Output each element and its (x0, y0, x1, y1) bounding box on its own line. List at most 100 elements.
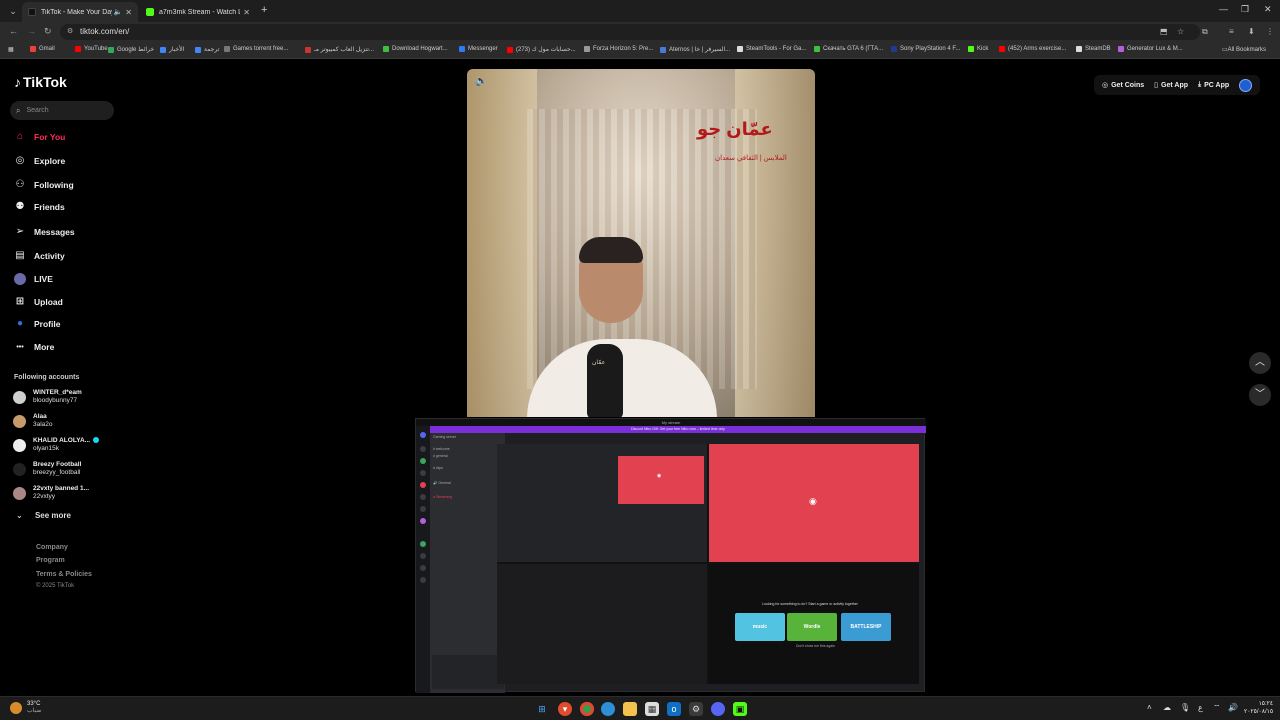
profile-avatar[interactable] (1239, 78, 1253, 92)
server-icon[interactable] (420, 518, 426, 524)
chrome-icon[interactable] (580, 702, 594, 716)
bookmark-item[interactable]: SteamDB (1076, 46, 1111, 52)
nav-item-activity[interactable]: ▤ Activity (14, 250, 64, 261)
minimize-icon[interactable]: — (1219, 4, 1228, 14)
channel-label[interactable]: # general (433, 454, 448, 458)
extensions-icon[interactable]: ⧉ (1202, 27, 1208, 37)
bookmark-item[interactable]: Generator Lux & M... (1118, 46, 1183, 52)
server-icon[interactable] (420, 541, 426, 547)
footer-company[interactable]: Company (36, 544, 68, 551)
server-icon[interactable] (420, 470, 426, 476)
nav-item-upload[interactable]: ⊞ Upload (14, 296, 63, 307)
volume-icon[interactable]: 🔈 (475, 76, 487, 87)
nav-item-live[interactable]: LIVE (14, 273, 53, 285)
tab-search-icon[interactable]: ⌄ (6, 4, 20, 18)
following-account[interactable]: Breezy Football breezyy_football (13, 461, 81, 477)
following-account[interactable]: KHALID ALOLYA... olyan15k (13, 437, 100, 453)
reload-icon[interactable]: ↻ (44, 26, 52, 37)
dont-show-again-link[interactable]: Don't show me this again (796, 644, 835, 648)
tiktok-logo[interactable]: ♪ TikTok (14, 74, 67, 90)
back-icon[interactable]: ← (9, 26, 18, 36)
edge-icon[interactable] (601, 702, 615, 716)
bookmark-item[interactable]: الأخبار (160, 46, 184, 53)
wifi-icon[interactable]: ⌔ (1213, 703, 1221, 713)
omnibox[interactable] (60, 24, 1200, 40)
taskbar-clock[interactable]: ١٥:٢٤ ٢٠٢٥/٠٨/١٥ (1244, 700, 1273, 716)
nav-item-friends[interactable]: ⚉ Friends (14, 201, 65, 212)
all-bookmarks[interactable]: ▭ All Bookmarks (1222, 46, 1266, 54)
server-icon[interactable] (420, 577, 426, 583)
bookmark-star-icon[interactable]: ☆ (1177, 27, 1184, 36)
close-tab-icon[interactable]: ✕ (243, 8, 250, 17)
language-indicator[interactable]: ع (1198, 703, 1203, 712)
footer-program[interactable]: Program (36, 557, 65, 564)
apps-grid-icon[interactable]: ▦ (8, 46, 14, 53)
tab-kick-stream[interactable]: a7m3mk Stream - Watch Live o ✕ (140, 2, 256, 22)
channel-label[interactable]: Gaming server (433, 435, 456, 439)
bookmark-item[interactable]: Скачать GTA 6 (ГТА... (814, 46, 883, 52)
forward-icon[interactable]: → (27, 26, 36, 36)
channel-label[interactable]: ● Streaming (433, 495, 452, 499)
following-account[interactable]: Alaa 3ala2o (13, 413, 53, 429)
start-icon[interactable]: ⊞ (535, 702, 549, 716)
tab-tiktok[interactable]: TikTok - Make Your Day 🔈 ✕ (22, 2, 138, 22)
media-controls-icon[interactable]: ≡ (1229, 27, 1234, 36)
activity-card[interactable]: BATTLESHIP (841, 613, 891, 641)
channel-label[interactable]: 🔊 General (433, 481, 451, 485)
server-icon[interactable] (420, 432, 426, 438)
nav-item-profile[interactable]: ● Profile (14, 318, 60, 329)
store-icon[interactable]: ▦ (645, 702, 659, 716)
get-coins-button[interactable]: ◎ Get Coins (1102, 81, 1144, 90)
nav-item-explore[interactable]: ◎ Explore (14, 155, 66, 166)
video-player[interactable]: عمّان جو الملابس | الثقافي سعدان عمّان 🔈 (467, 69, 815, 417)
bookmark-item[interactable]: (452) Arms exercise... (999, 46, 1066, 52)
bookmark-item[interactable]: YouTube (75, 46, 108, 52)
following-account[interactable]: 22vxty banned 1... 22vxtyy (13, 485, 89, 501)
channel-label[interactable]: # welcome (433, 447, 450, 451)
activity-card[interactable]: Wordle (787, 613, 837, 641)
discord-taskbar-icon[interactable] (711, 702, 725, 716)
search-box[interactable]: ⌕ Search (10, 101, 114, 120)
bookmark-item[interactable]: ترجمة (195, 46, 219, 53)
server-icon[interactable] (420, 565, 426, 571)
bookmark-item[interactable]: Kick (968, 46, 988, 52)
file-explorer-icon[interactable] (623, 702, 637, 716)
download-icon[interactable]: ⬇ (1248, 27, 1255, 36)
weather-widget[interactable]: 33°C ضباب (10, 701, 41, 715)
empty-stream-tile[interactable] (497, 564, 707, 684)
microphone-icon[interactable]: 🎙 (1180, 703, 1190, 712)
channel-label[interactable]: # clips (433, 466, 443, 470)
menu-dots-icon[interactable]: ⋮ (1266, 27, 1274, 36)
server-icon[interactable] (420, 482, 426, 488)
see-more-button[interactable]: ⌄ See more (16, 511, 71, 520)
bookmark-item[interactable]: Sony PlayStation 4 F... (891, 46, 960, 52)
new-tab-icon[interactable]: + (261, 4, 267, 16)
next-video-button[interactable]: ﹀ (1249, 384, 1271, 406)
close-window-icon[interactable]: ✕ (1264, 4, 1272, 15)
nav-item-messages[interactable]: ➢ Messages (14, 226, 75, 237)
bookmark-item[interactable]: Messenger (459, 46, 498, 52)
onedrive-icon[interactable]: ☁ (1163, 703, 1171, 712)
bookmark-item[interactable]: Gmail (30, 46, 55, 52)
speaker-icon[interactable]: 🔈 (114, 8, 123, 16)
bookmark-item[interactable]: (273) حسابات مول ك... (507, 46, 576, 53)
bookmark-item[interactable]: Games torrent free... (224, 46, 288, 52)
bookmark-item[interactable]: Download Hogwart... (383, 46, 448, 52)
kick-app-icon[interactable]: ▣ (733, 702, 747, 716)
search-input[interactable]: Search (26, 107, 48, 114)
footer-terms[interactable]: Terms & Policies (36, 571, 92, 578)
activity-card[interactable]: music (735, 613, 785, 641)
nav-item-for-you[interactable]: ⌂ For You (14, 131, 65, 142)
bookmark-item[interactable]: SteamTools - For Ga... (737, 46, 806, 52)
bookmark-item[interactable]: Google خرائط (108, 46, 154, 53)
server-icon[interactable] (420, 458, 426, 464)
url-text[interactable]: tiktok.com/en/ (80, 27, 129, 36)
server-icon[interactable] (420, 506, 426, 512)
server-icon[interactable] (420, 446, 426, 452)
site-info-icon[interactable]: ⚙ (67, 27, 73, 35)
bookmark-item[interactable]: Aternos | السيرفر | خا... (660, 46, 730, 53)
following-account[interactable]: WINTER_d*eam bloodybunny77 (13, 389, 82, 405)
overlay-user-panel[interactable] (432, 655, 504, 689)
outlook-icon[interactable]: o (667, 702, 681, 716)
bookmark-item[interactable]: Forza Horizon 5: Pre... (584, 46, 653, 52)
